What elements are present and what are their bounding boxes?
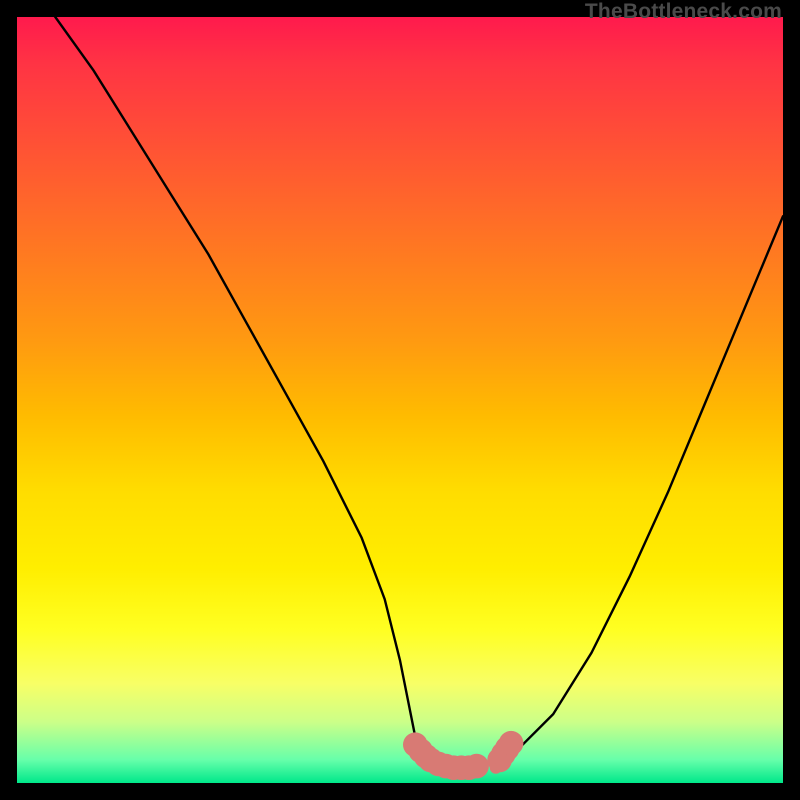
optimal-zone-markers	[403, 731, 523, 780]
chart-plot-area	[17, 17, 783, 783]
bottleneck-curve-path	[17, 17, 783, 768]
marker-dot	[499, 731, 524, 756]
watermark-text: TheBottleneck.com	[585, 0, 782, 24]
bottleneck-curve-svg	[17, 17, 783, 783]
marker-dot	[464, 754, 489, 779]
